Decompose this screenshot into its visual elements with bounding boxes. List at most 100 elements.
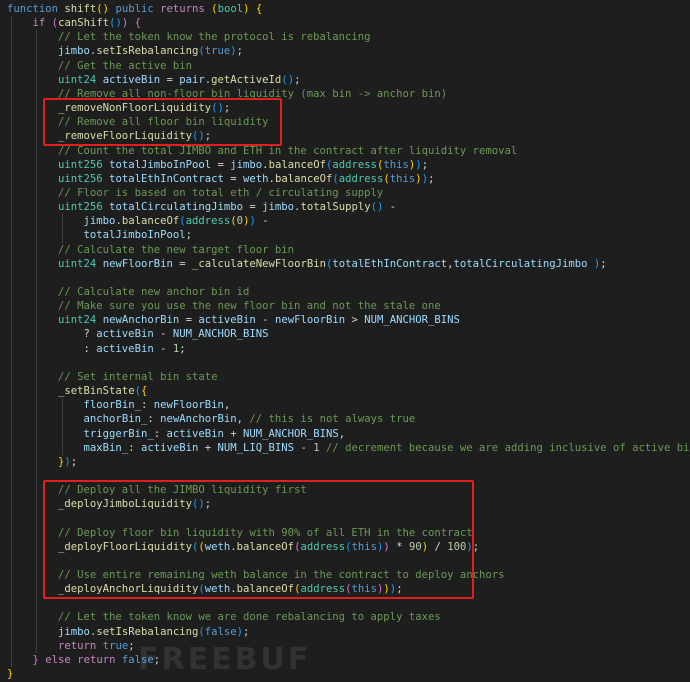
code-token: // Get the active bin: [58, 59, 192, 72]
code-line[interactable]: uint24 activeBin = pair.getActiveId();: [7, 73, 300, 87]
code-line[interactable]: maxBin_: activeBin + NUM_LIQ_BINS - 1 //…: [7, 441, 690, 455]
code-token: ;: [236, 45, 244, 58]
code-token: newFloorBin: [274, 314, 346, 327]
code-line[interactable]: }: [7, 667, 13, 681]
code-token: shift: [64, 3, 97, 15]
code-token: // Set internal bin state: [58, 370, 218, 383]
code-token: totalSupply: [300, 201, 371, 214]
code-line[interactable]: jimbo.setIsRebalancing(false);: [7, 625, 249, 639]
code-token: maxBin_: [83, 441, 129, 454]
code-token: :: [7, 342, 97, 355]
code-line[interactable]: triggerBin_: activeBin + NUM_ANCHOR_BINS…: [7, 427, 346, 441]
code-token: -: [153, 342, 173, 355]
code-token: activeBin: [166, 427, 224, 440]
code-token: NUM_ANCHOR_BINS: [172, 328, 269, 341]
code-token: newAnchorBin: [102, 314, 180, 327]
code-line[interactable]: totalJimboInPool;: [7, 228, 192, 242]
code-token: -: [383, 201, 397, 214]
code-line[interactable]: // Calculate new anchor bin id: [7, 285, 249, 299]
code-line[interactable]: floorBin_: newFloorBin,: [7, 398, 231, 412]
code-line[interactable]: anchorBin_: newAnchorBin, // this is not…: [7, 412, 416, 426]
code-token: uint256: [58, 158, 103, 171]
code-token: newAnchorBin: [160, 413, 237, 426]
code-token: pair: [179, 73, 205, 86]
code-line[interactable]: ? activeBin - NUM_ANCHOR_BINS: [7, 327, 269, 341]
code-token: }: [7, 668, 14, 681]
code-line[interactable]: function shift() public returns (bool) {: [7, 2, 262, 16]
code-line[interactable]: // Floor is based on total eth / circula…: [7, 186, 383, 200]
code-token: {: [140, 385, 148, 398]
code-token: activeBin: [96, 328, 154, 341]
code-token: =: [223, 172, 244, 185]
code-token: :: [153, 427, 167, 440]
code-token: {: [134, 17, 142, 30]
code-line[interactable]: uint24 newFloorBin = _calculateNewFloorB…: [7, 257, 607, 271]
code-token: ;: [128, 639, 135, 652]
code-line[interactable]: jimbo.balanceOf(address(0)) -: [7, 214, 269, 228]
code-token: anchorBin_: [83, 413, 148, 426]
code-token: totalJimboInPool: [83, 229, 186, 242]
code-token: totalEthInContract: [332, 257, 448, 270]
code-line[interactable]: // Let the token know the protocol is re…: [7, 30, 371, 44]
code-token: :: [128, 441, 141, 454]
code-token: return: [77, 653, 116, 666]
code-line[interactable]: // Get the active bin: [7, 59, 192, 73]
code-line[interactable]: : activeBin - 1;: [7, 342, 186, 356]
code-token: this: [389, 172, 416, 185]
code-token: // Count the total JIMBO and ETH in the …: [58, 144, 518, 157]
code-token: balanceOf: [268, 158, 326, 171]
code-token: totalCirculatingJimbo: [109, 201, 244, 214]
code-token: address: [185, 215, 231, 228]
code-token: floorBin_: [83, 399, 141, 412]
code-line[interactable]: });: [7, 455, 77, 469]
code-token: newFloorBin: [153, 399, 224, 412]
code-token: balanceOf: [274, 172, 333, 185]
code-line[interactable]: // Let the token know we are done rebala…: [7, 610, 441, 624]
code-token: -: [294, 441, 314, 454]
code-token: // Calculate new anchor bin id: [58, 286, 250, 298]
code-line[interactable]: // Calculate the new target floor bin: [7, 243, 294, 257]
code-line[interactable]: // Set internal bin state: [7, 370, 217, 384]
code-token: balanceOf: [121, 215, 180, 228]
code-line[interactable]: jimbo.setIsRebalancing(true);: [7, 44, 243, 58]
code-token: // this is not always true: [249, 413, 416, 426]
highlight-remove-liquidity: [43, 98, 282, 147]
code-token: bool: [217, 3, 244, 15]
code-token: activeBin: [140, 441, 199, 454]
code-line[interactable]: // Make sure you use the new floor bin a…: [7, 299, 441, 313]
code-line[interactable]: _setBinState({: [7, 384, 147, 398]
code-line[interactable]: uint256 totalEthInContract = weth.balanc…: [7, 172, 434, 186]
code-token: activeBin: [96, 342, 154, 355]
code-token: ,: [223, 399, 231, 412]
code-token: +: [198, 441, 218, 454]
code-line[interactable]: if (canShift()) {: [7, 16, 142, 30]
code-token: _setBinState: [58, 385, 135, 398]
watermark-logo: FREEBUF: [138, 642, 312, 677]
code-token: newFloorBin: [102, 257, 173, 270]
code-token: return: [58, 639, 97, 652]
code-token: jimbo: [83, 215, 116, 228]
code-line[interactable]: uint256 totalJimboInPool = jimbo.balance…: [7, 158, 428, 172]
code-token: jimbo: [230, 158, 263, 171]
code-token: // Make sure you use the new floor bin a…: [58, 300, 441, 313]
code-line[interactable]: uint24 newAnchorBin = activeBin - newFlo…: [7, 313, 460, 327]
code-token: =: [172, 257, 193, 270]
code-token: totalEthInContract: [109, 172, 224, 185]
code-line[interactable]: return true;: [7, 639, 135, 653]
code-editor[interactable]: function shift() public returns (bool) {…: [0, 0, 690, 682]
code-token: -: [153, 328, 173, 341]
code-line[interactable]: uint256 totalCirculatingJimbo = jimbo.to…: [7, 200, 396, 214]
